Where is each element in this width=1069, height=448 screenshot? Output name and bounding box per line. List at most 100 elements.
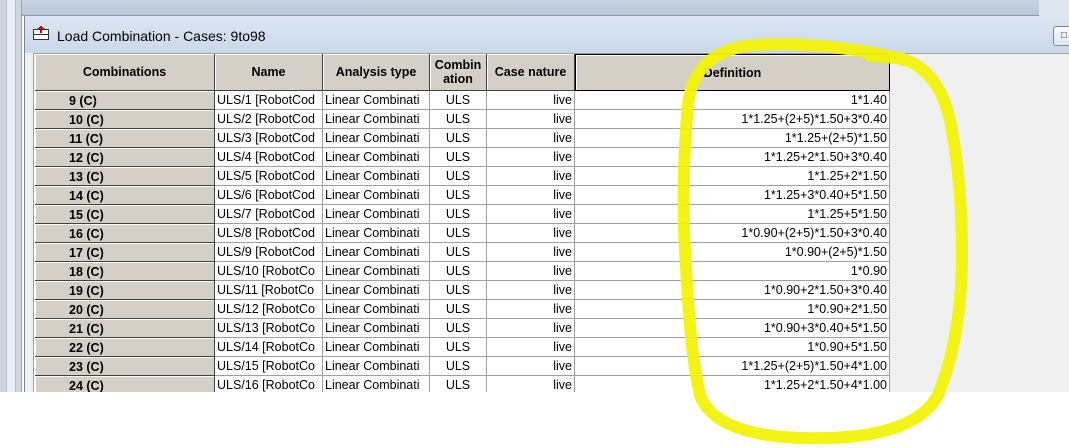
combination-id-cell[interactable]: 23 (C) — [35, 357, 215, 376]
combination-cell[interactable]: ULS — [430, 224, 487, 243]
window-titlebar[interactable]: Load Combination - Cases: 9to98 □ — [25, 16, 1069, 53]
header-name[interactable]: Name — [215, 54, 323, 91]
combination-id-cell[interactable]: 24 (C) — [35, 376, 215, 392]
combination-cell[interactable]: ULS — [430, 357, 487, 376]
name-cell[interactable]: ULS/7 [RobotCod — [215, 205, 323, 224]
analysis-type-cell[interactable]: Linear Combinati — [323, 167, 430, 186]
combination-cell[interactable]: ULS — [430, 205, 487, 224]
analysis-type-cell[interactable]: Linear Combinati — [323, 338, 430, 357]
table-row[interactable]: 24 (C) ULS/16 [RobotCo Linear Combinati ULS… — [35, 376, 890, 392]
case-nature-cell[interactable]: live — [487, 357, 575, 376]
table-row[interactable]: 13 (C) ULS/5 [RobotCod Linear Combinati ULS… — [35, 167, 890, 186]
analysis-type-cell[interactable]: Linear Combinati — [323, 148, 430, 167]
definition-cell[interactable]: 1*1.40 — [575, 91, 890, 110]
case-nature-cell[interactable]: live — [487, 148, 575, 167]
case-nature-cell[interactable]: live — [487, 376, 575, 392]
combination-id-cell[interactable]: 16 (C) — [35, 224, 215, 243]
combination-cell[interactable]: ULS — [430, 300, 487, 319]
table-row[interactable]: 15 (C) ULS/7 [RobotCod Linear Combinati ULS… — [35, 205, 890, 224]
definition-cell[interactable]: 1*1.25+3*0.40+5*1.50 — [575, 186, 890, 205]
case-nature-cell[interactable]: live — [487, 205, 575, 224]
name-cell[interactable]: ULS/10 [RobotCo — [215, 262, 323, 281]
name-cell[interactable]: ULS/9 [RobotCod — [215, 243, 323, 262]
combination-cell[interactable]: ULS — [430, 338, 487, 357]
name-cell[interactable]: ULS/3 [RobotCod — [215, 129, 323, 148]
name-cell[interactable]: ULS/11 [RobotCo — [215, 281, 323, 300]
header-combinations[interactable]: Combinations — [35, 54, 215, 91]
definition-cell[interactable]: 1*0.90+3*0.40+5*1.50 — [575, 319, 890, 338]
definition-cell[interactable]: 1*1.25+(2+5)*1.50+3*0.40 — [575, 110, 890, 129]
analysis-type-cell[interactable]: Linear Combinati — [323, 376, 430, 392]
combination-cell[interactable]: ULS — [430, 129, 487, 148]
definition-cell[interactable]: 1*0.90+2*1.50 — [575, 300, 890, 319]
combination-id-cell[interactable]: 14 (C) — [35, 186, 215, 205]
combination-cell[interactable]: ULS — [430, 243, 487, 262]
table-row[interactable]: 19 (C) ULS/11 [RobotCo Linear Combinati ULS… — [35, 281, 890, 300]
analysis-type-cell[interactable]: Linear Combinati — [323, 243, 430, 262]
case-nature-cell[interactable]: live — [487, 186, 575, 205]
combination-id-cell[interactable]: 13 (C) — [35, 167, 215, 186]
name-cell[interactable]: ULS/4 [RobotCod — [215, 148, 323, 167]
combination-cell[interactable]: ULS — [430, 319, 487, 338]
definition-cell[interactable]: 1*0.90 — [575, 262, 890, 281]
combination-cell[interactable]: ULS — [430, 148, 487, 167]
combination-id-cell[interactable]: 18 (C) — [35, 262, 215, 281]
table-row[interactable]: 12 (C) ULS/4 [RobotCod Linear Combinati ULS… — [35, 148, 890, 167]
combination-cell[interactable]: ULS — [430, 281, 487, 300]
table-row[interactable]: 20 (C) ULS/12 [RobotCo Linear Combinati ULS… — [35, 300, 890, 319]
combination-id-cell[interactable]: 17 (C) — [35, 243, 215, 262]
name-cell[interactable]: ULS/1 [RobotCod — [215, 91, 323, 110]
analysis-type-cell[interactable]: Linear Combinati — [323, 262, 430, 281]
analysis-type-cell[interactable]: Linear Combinati — [323, 205, 430, 224]
definition-cell[interactable]: 1*1.25+2*1.50 — [575, 167, 890, 186]
name-cell[interactable]: ULS/13 [RobotCo — [215, 319, 323, 338]
definition-cell[interactable]: 1*0.90+(2+5)*1.50+3*0.40 — [575, 224, 890, 243]
case-nature-cell[interactable]: live — [487, 338, 575, 357]
table-row[interactable]: 22 (C) ULS/14 [RobotCo Linear Combinati ULS… — [35, 338, 890, 357]
name-cell[interactable]: ULS/14 [RobotCo — [215, 338, 323, 357]
combination-id-cell[interactable]: 15 (C) — [35, 205, 215, 224]
combination-cell[interactable]: ULS — [430, 262, 487, 281]
definition-cell[interactable]: 1*1.25+2*1.50+4*1.00 — [575, 376, 890, 392]
combination-id-cell[interactable]: 22 (C) — [35, 338, 215, 357]
combination-id-cell[interactable]: 12 (C) — [35, 148, 215, 167]
case-nature-cell[interactable]: live — [487, 224, 575, 243]
header-definition[interactable]: Definition — [575, 54, 890, 91]
case-nature-cell[interactable]: live — [487, 300, 575, 319]
combination-id-cell[interactable]: 9 (C) — [35, 91, 215, 110]
combination-id-cell[interactable]: 11 (C) — [35, 129, 215, 148]
table-row[interactable]: 11 (C) ULS/3 [RobotCod Linear Combinati ULS… — [35, 129, 890, 148]
combination-cell[interactable]: ULS — [430, 91, 487, 110]
table-row[interactable]: 17 (C) ULS/9 [RobotCod Linear Combinati ULS… — [35, 243, 890, 262]
case-nature-cell[interactable]: live — [487, 91, 575, 110]
name-cell[interactable]: ULS/12 [RobotCo — [215, 300, 323, 319]
table-row[interactable]: 21 (C) ULS/13 [RobotCo Linear Combinati ULS… — [35, 319, 890, 338]
name-cell[interactable]: ULS/2 [RobotCod — [215, 110, 323, 129]
combination-id-cell[interactable]: 21 (C) — [35, 319, 215, 338]
analysis-type-cell[interactable]: Linear Combinati — [323, 129, 430, 148]
combination-cell[interactable]: ULS — [430, 110, 487, 129]
definition-cell[interactable]: 1*1.25+(2+5)*1.50 — [575, 129, 890, 148]
table-row[interactable]: 14 (C) ULS/6 [RobotCod Linear Combinati ULS… — [35, 186, 890, 205]
case-nature-cell[interactable]: live — [487, 129, 575, 148]
analysis-type-cell[interactable]: Linear Combinati — [323, 110, 430, 129]
table-row[interactable]: 23 (C) ULS/15 [RobotCo Linear Combinati ULS… — [35, 357, 890, 376]
definition-cell[interactable]: 1*0.90+5*1.50 — [575, 338, 890, 357]
combination-cell[interactable]: ULS — [430, 186, 487, 205]
analysis-type-cell[interactable]: Linear Combinati — [323, 281, 430, 300]
name-cell[interactable]: ULS/15 [RobotCo — [215, 357, 323, 376]
analysis-type-cell[interactable]: Linear Combinati — [323, 357, 430, 376]
case-nature-cell[interactable]: live — [487, 281, 575, 300]
header-analysis-type[interactable]: Analysis type — [323, 54, 430, 91]
combination-id-cell[interactable]: 19 (C) — [35, 281, 215, 300]
analysis-type-cell[interactable]: Linear Combinati — [323, 224, 430, 243]
name-cell[interactable]: ULS/6 [RobotCod — [215, 186, 323, 205]
name-cell[interactable]: ULS/8 [RobotCod — [215, 224, 323, 243]
combination-id-cell[interactable]: 10 (C) — [35, 110, 215, 129]
name-cell[interactable]: ULS/5 [RobotCod — [215, 167, 323, 186]
table-row[interactable]: 18 (C) ULS/10 [RobotCo Linear Combinati ULS… — [35, 262, 890, 281]
definition-cell[interactable]: 1*0.90+(2+5)*1.50 — [575, 243, 890, 262]
definition-cell[interactable]: 1*1.25+2*1.50+3*0.40 — [575, 148, 890, 167]
header-combination[interactable]: Combin ation — [430, 54, 487, 91]
definition-cell[interactable]: 1*1.25+(2+5)*1.50+4*1.00 — [575, 357, 890, 376]
